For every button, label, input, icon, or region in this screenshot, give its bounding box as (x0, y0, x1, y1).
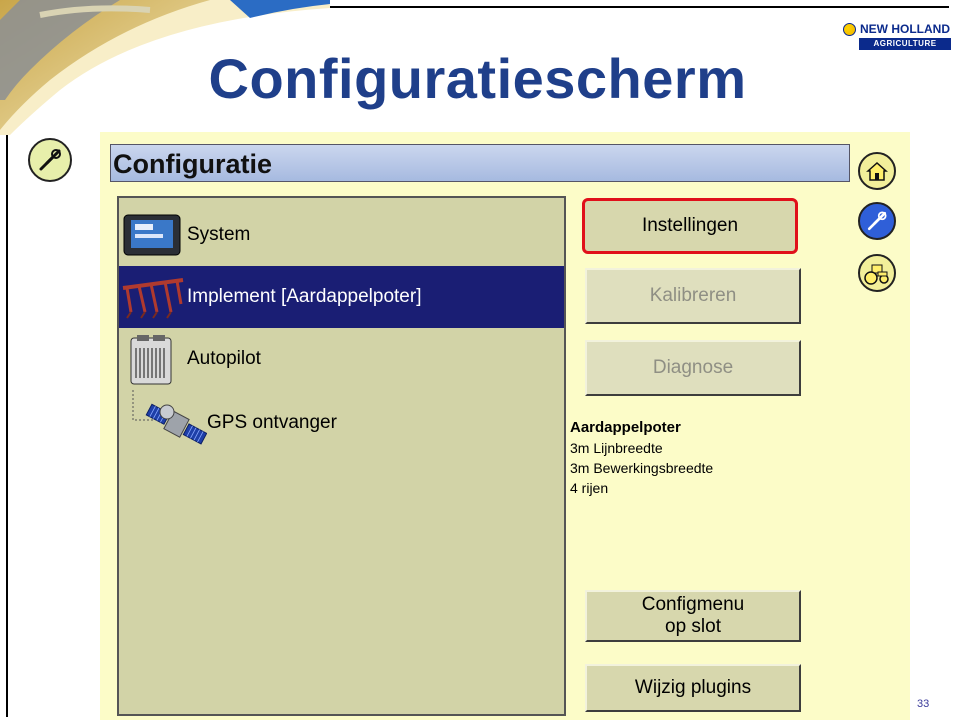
tools-icon[interactable] (858, 202, 896, 240)
tree-item-autopilot[interactable]: Autopilot (119, 328, 564, 390)
home-icon[interactable] (858, 152, 896, 190)
configuration-screen: Configuratie System Implement [Aardappel… (100, 132, 910, 720)
info-title: Aardappelpoter (570, 419, 681, 436)
kalibreren-button[interactable]: Kalibreren (585, 268, 801, 324)
autopilot-controller-icon (130, 335, 172, 385)
leaf-icon (843, 22, 856, 36)
tree-item-implement[interactable]: Implement [Aardappelpoter] (119, 266, 564, 328)
tree-item-label: GPS ontvanger (207, 412, 337, 433)
tree-item-system[interactable]: System (119, 204, 564, 266)
info-line: 3m Lijnbreedte (570, 440, 663, 456)
implement-icon (122, 278, 184, 319)
instellingen-button[interactable]: Instellingen (582, 198, 798, 254)
info-line: 3m Bewerkingsbreedte (570, 460, 714, 476)
tree-item-label: System (187, 224, 251, 245)
config-tools-icon[interactable] (28, 138, 72, 182)
tree-item-label: Implement [Aardappelpoter] (187, 286, 422, 307)
gps-satellite-icon (145, 403, 207, 445)
tractor-icon[interactable] (858, 254, 896, 292)
configmenu-lock-button[interactable]: Configmenu op slot (585, 590, 801, 642)
logo-brand: NEW HOLLAND (860, 22, 950, 36)
tree-item-gps[interactable]: GPS ontvanger (119, 392, 564, 454)
tree-item-label: Autopilot (187, 348, 261, 369)
page-number: 33 (917, 698, 930, 710)
diagnose-button[interactable]: Diagnose (585, 340, 801, 396)
configmenu-line1: Configmenu (641, 594, 745, 615)
implement-info: Aardappelpoter 3m Lijnbreedte 3m Bewerki… (570, 418, 713, 498)
info-line: 4 rijen (570, 480, 609, 496)
device-tree: System Implement [Aardappelpoter] Autopi… (117, 196, 566, 716)
display-icon (123, 214, 181, 256)
wijzig-plugins-button[interactable]: Wijzig plugins (585, 664, 801, 712)
screen-title: Configuratie (113, 149, 272, 179)
screen-titlebar: Configuratie (110, 144, 850, 182)
configmenu-line2: op slot (665, 616, 721, 637)
slide-title: Configuratiescherm (208, 47, 747, 110)
